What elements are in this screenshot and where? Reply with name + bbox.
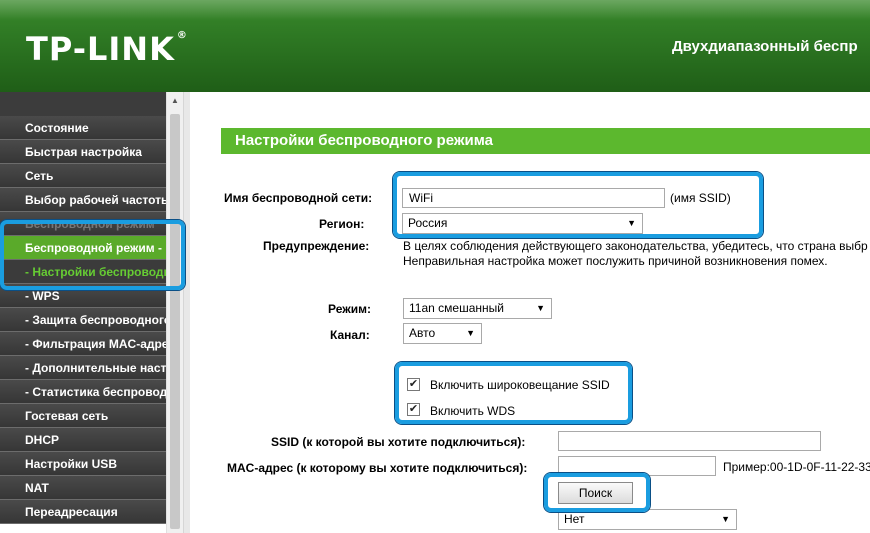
header-glow <box>0 0 870 20</box>
dropdown-arrow-icon: ▼ <box>721 514 730 524</box>
mode-label: Режим: <box>328 302 371 316</box>
wds-checkbox[interactable]: ✔ <box>407 403 420 416</box>
wds-ssid-label: SSID (к которой вы хотите подключиться): <box>271 435 526 449</box>
region-label: Регион: <box>319 217 365 231</box>
ssid-broadcast-label: Включить широковещание SSID <box>430 378 610 392</box>
region-value: Россия <box>408 216 448 230</box>
sidebar-item-wireless-24[interactable]: Беспроводной режим <box>0 212 166 236</box>
sidebar-item-usb[interactable]: Настройки USB <box>0 452 166 476</box>
sidebar-item-advanced[interactable]: - Дополнительные настройки <box>0 356 166 380</box>
sidebar-item-mac-filtering[interactable]: - Фильтрация MAC-адресов <box>0 332 166 356</box>
mode-value: 11an смешанный <box>409 301 504 315</box>
sidebar-item-forwarding[interactable]: Переадресация <box>0 500 166 524</box>
wds-mac-input[interactable] <box>558 456 716 476</box>
mac-example: Пример:00-1D-0F-11-22-33 <box>723 460 870 474</box>
mode-select[interactable]: 11an смешанный ▼ <box>403 298 552 319</box>
sidebar-item-band-select[interactable]: Выбор рабочей частоты <box>0 188 166 212</box>
sidebar-item-guest-network[interactable]: Гостевая сеть <box>0 404 166 428</box>
sidebar-scrollbar[interactable]: ▲ <box>166 92 183 533</box>
sidebar-item-dhcp[interactable]: DHCP <box>0 428 166 452</box>
wds-mac-label: MAC-адрес (к которому вы хотите подключи… <box>227 461 528 475</box>
wds-label: Включить WDS <box>430 404 516 418</box>
channel-value: Авто <box>409 326 436 340</box>
sidebar-top <box>0 92 166 116</box>
dropdown-arrow-icon: ▼ <box>627 218 636 228</box>
sidebar-item-nat[interactable]: NAT <box>0 476 166 500</box>
search-button[interactable]: Поиск <box>558 482 633 504</box>
header-title: Двухдиапазонный беспр <box>672 38 858 55</box>
region-select[interactable]: Россия ▼ <box>402 213 643 234</box>
warning-label: Предупреждение: <box>263 239 370 253</box>
header: TP-LINK ® Двухдиапазонный беспр <box>0 0 870 92</box>
ssid-label: Имя беспроводной сети: <box>224 191 373 205</box>
key-type-select[interactable]: Нет ▼ <box>558 509 737 530</box>
sidebar: Состояние Быстрая настройка Сеть Выбор р… <box>0 116 166 524</box>
channel-select[interactable]: Авто ▼ <box>403 323 482 344</box>
ssid-hint: (имя SSID) <box>670 191 731 205</box>
key-type-value: Нет <box>564 512 585 526</box>
tplink-logo[interactable]: TP-LINK ® <box>26 30 188 68</box>
sidebar-item-wireless-settings[interactable]: - Настройки беспроводного <box>0 260 166 284</box>
checkmark-icon: ✔ <box>408 378 419 390</box>
scroll-up-arrow-icon[interactable]: ▲ <box>167 96 183 110</box>
sidebar-item-wireless-5[interactable]: Беспроводной режим - <box>0 236 166 260</box>
warning-text-line2: Неправильная настройка может послужить п… <box>403 254 828 268</box>
dropdown-arrow-icon: ▼ <box>466 328 475 338</box>
logo-text: TP-LINK <box>26 30 175 68</box>
scroll-thumb[interactable] <box>170 114 180 529</box>
frame-divider <box>183 92 190 533</box>
wds-ssid-input[interactable] <box>558 431 821 451</box>
sidebar-item-quick-setup[interactable]: Быстрая настройка <box>0 140 166 164</box>
ssid-broadcast-checkbox[interactable]: ✔ <box>407 378 420 391</box>
channel-label: Канал: <box>330 328 370 342</box>
sidebar-item-statistics[interactable]: - Статистика беспроводного <box>0 380 166 404</box>
section-title: Настройки беспроводного режима <box>221 128 870 154</box>
sidebar-item-wireless-security[interactable]: - Защита беспроводного <box>0 308 166 332</box>
ssid-input[interactable] <box>402 188 665 208</box>
logo-mark: ® <box>176 30 188 41</box>
checkmark-icon: ✔ <box>408 403 419 415</box>
sidebar-item-wps[interactable]: - WPS <box>0 284 166 308</box>
dropdown-arrow-icon: ▼ <box>536 303 545 313</box>
warning-text-line1: В целях соблюдения действующего законода… <box>403 239 868 253</box>
sidebar-item-status[interactable]: Состояние <box>0 116 166 140</box>
sidebar-item-network[interactable]: Сеть <box>0 164 166 188</box>
